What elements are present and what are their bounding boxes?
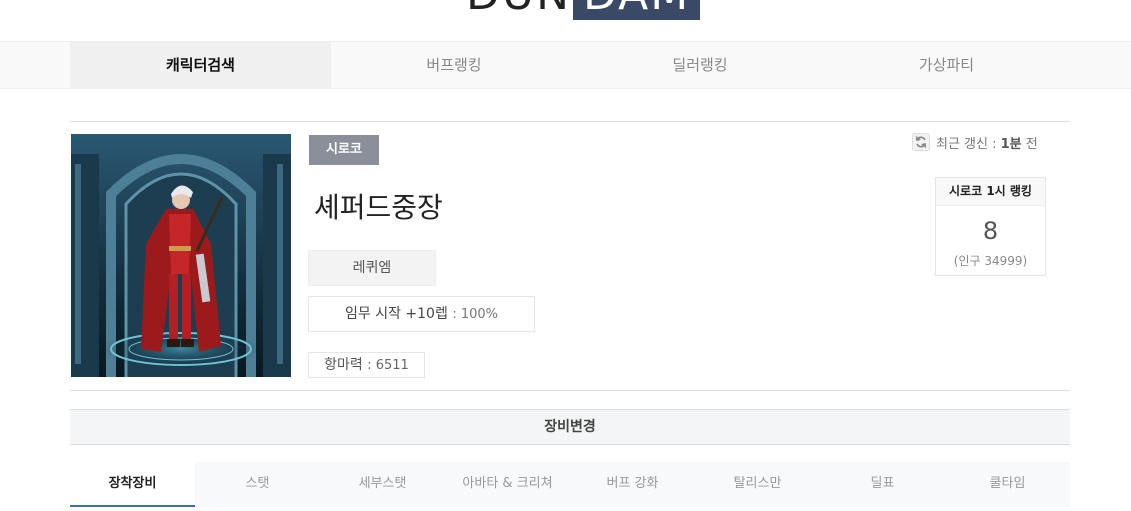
- quest-label: 임무 시작: [344, 306, 401, 322]
- ranking-title: 시로코 1시 랭킹: [936, 178, 1045, 206]
- ranking-value: 8: [982, 217, 999, 245]
- top-nav: 캐릭터검색 버프랭킹 딜러랭킹 가상파티: [0, 41, 1131, 89]
- tab-talisman[interactable]: 탈리스만: [695, 462, 820, 507]
- last-update: 최근 갱신 : 1분 전: [912, 132, 1038, 152]
- tab-stats[interactable]: 스탯: [195, 462, 320, 507]
- site-logo[interactable]: DUN DAM: [466, 0, 701, 20]
- tab-avatar-creature[interactable]: 아바타 & 크리쳐: [445, 462, 570, 507]
- server-badge: 시로코: [309, 135, 379, 165]
- character-portrait: [71, 134, 291, 377]
- refresh-icon[interactable]: [912, 133, 930, 151]
- job-class: 레퀴엠: [308, 250, 436, 286]
- quest-status: 임무 시작 +10렙 : 100%: [308, 296, 535, 332]
- equip-change-button[interactable]: 장비변경: [70, 409, 1070, 445]
- tab-cooldown[interactable]: 쿨타임: [945, 462, 1070, 507]
- tab-detail-stats[interactable]: 세부스탯: [320, 462, 445, 507]
- power-label: 항마력: [324, 357, 363, 373]
- anti-magic-power: 항마력 : 6511: [308, 352, 425, 378]
- logo-text-dun: DUN: [466, 0, 571, 20]
- tab-equipped-gear[interactable]: 장착장비: [70, 462, 195, 507]
- divider: [70, 390, 1070, 391]
- nav-item-virtual-party[interactable]: 가상파티: [823, 42, 1070, 88]
- nav-item-dealer-ranking[interactable]: 딜러랭킹: [577, 42, 823, 88]
- nav-item-buff-ranking[interactable]: 버프랭킹: [331, 42, 577, 88]
- quest-percent: : 100%: [452, 307, 498, 322]
- tab-buff-enhance[interactable]: 버프 강화: [570, 462, 695, 507]
- ranking-population: (인구 34999): [953, 254, 1028, 268]
- character-name: 셰퍼드중장: [314, 191, 443, 224]
- update-prefix: 최근 갱신 :: [936, 136, 997, 152]
- update-suffix: 전: [1025, 136, 1038, 152]
- nav-item-character-search[interactable]: 캐릭터검색: [70, 42, 331, 88]
- update-value: 1분: [1000, 136, 1022, 152]
- tab-damage-table[interactable]: 딜표: [820, 462, 945, 507]
- logo-text-dam: DAM: [573, 0, 701, 20]
- detail-tabs: 장착장비 스탯 세부스탯 아바타 & 크리쳐 버프 강화 탈리스만 딜표 쿨타임: [70, 462, 1070, 507]
- divider: [70, 121, 1070, 122]
- ranking-box: 시로코 1시 랭킹 8 (인구 34999): [935, 177, 1046, 276]
- quest-level: +10렙: [405, 306, 448, 322]
- power-value: : 6511: [367, 358, 409, 373]
